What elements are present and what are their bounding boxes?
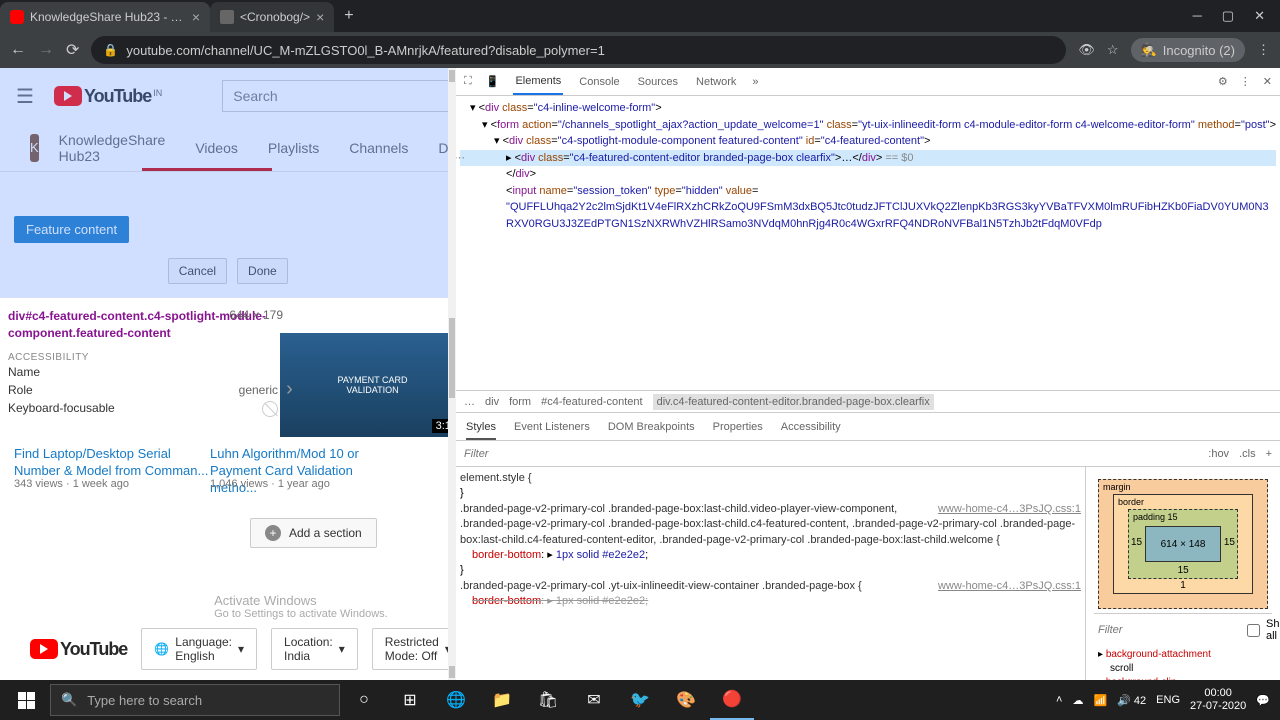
- start-button[interactable]: [4, 680, 48, 720]
- onedrive-icon[interactable]: ☁: [1072, 694, 1083, 707]
- box-model: margin- border- padding 15 15 15 15 614 …: [1085, 467, 1280, 680]
- menu-icon[interactable]: ⋮: [1240, 75, 1251, 88]
- search-icon: 🔍: [61, 692, 77, 708]
- search-input[interactable]: [222, 80, 447, 112]
- close-icon[interactable]: ✕: [1254, 8, 1265, 24]
- plus-icon[interactable]: +: [1266, 448, 1272, 460]
- breadcrumb[interactable]: … div form #c4-featured-content div.c4-f…: [456, 391, 1280, 413]
- chrome-icon[interactable]: 🔴: [710, 680, 754, 720]
- done-button[interactable]: Done: [237, 258, 288, 284]
- add-section-button[interactable]: + Add a section: [250, 518, 377, 548]
- edge-icon[interactable]: 🌐: [434, 680, 478, 720]
- youtube-logo[interactable]: YouTube: [30, 639, 127, 660]
- reload-button[interactable]: ⟳: [66, 40, 79, 60]
- inspect-icon[interactable]: ⛶: [464, 75, 472, 88]
- plus-icon: +: [265, 525, 281, 541]
- star-icon[interactable]: ☆: [1107, 42, 1119, 58]
- tab-event-listeners[interactable]: Event Listeners: [514, 421, 590, 433]
- tab-properties[interactable]: Properties: [713, 421, 763, 433]
- browser-tab-1[interactable]: KnowledgeShare Hub23 - YouTu ×: [0, 2, 210, 32]
- duration-badge: 3:18: [432, 419, 448, 433]
- maximize-icon[interactable]: ▢: [1222, 8, 1234, 24]
- menu-icon[interactable]: ⋮: [1257, 42, 1270, 58]
- page-scrollbar[interactable]: [448, 68, 456, 680]
- restricted-mode-button[interactable]: Restricted Mode: Off ▾: [372, 628, 448, 670]
- tab-dom-breakpoints[interactable]: DOM Breakpoints: [608, 421, 695, 433]
- device-icon[interactable]: 📱: [486, 75, 500, 88]
- tab-accessibility[interactable]: Accessibility: [781, 421, 841, 433]
- eye-off-icon[interactable]: 👁: [1078, 42, 1095, 58]
- tab-network[interactable]: Network: [694, 70, 738, 94]
- youtube-logo[interactable]: YouTube IN: [54, 86, 162, 107]
- play-icon: [54, 86, 82, 106]
- video-meta: 1,046 views · 1 year ago: [210, 478, 330, 490]
- devtools-panel: ⛶ 📱 Elements Console Sources Network » ⚙…: [456, 68, 1280, 680]
- dom-tree[interactable]: ▾ <div class="c4-inline-welcome-form"> ▾…: [456, 96, 1280, 390]
- close-icon[interactable]: ×: [192, 9, 200, 25]
- close-icon[interactable]: ×: [316, 9, 324, 25]
- tab-console[interactable]: Console: [577, 70, 621, 94]
- app-icon[interactable]: 🐦: [618, 680, 662, 720]
- video-thumbnail: PAYMENT CARDVALIDATION 3:18: [280, 333, 448, 437]
- tab-videos[interactable]: Videos: [195, 140, 238, 156]
- wifi-icon[interactable]: 📶: [1093, 694, 1107, 707]
- tab-discussion[interactable]: Discussion: [438, 140, 447, 156]
- back-button[interactable]: ←: [10, 41, 26, 59]
- inspect-tooltip: div#c4-featured-content.c4-spotlight-mod…: [8, 308, 278, 419]
- minimize-icon[interactable]: ─: [1193, 8, 1202, 24]
- cancel-button[interactable]: Cancel: [168, 258, 227, 284]
- tab-elements[interactable]: Elements: [513, 69, 563, 95]
- task-view-icon[interactable]: ⊞: [388, 680, 432, 720]
- language-button[interactable]: 🌐 Language: English ▾: [141, 628, 257, 670]
- channel-name[interactable]: KnowledgeShare Hub23: [59, 132, 166, 164]
- notifications-icon[interactable]: 💬: [1256, 694, 1270, 707]
- paint-icon[interactable]: 🎨: [664, 680, 708, 720]
- show-all-checkbox[interactable]: [1247, 624, 1260, 637]
- gear-icon[interactable]: ⚙: [1218, 75, 1228, 88]
- taskbar: 🔍 Type here to search ○ ⊞ 🌐 📁 🛍 ✉ 🐦 🎨 🔴 …: [0, 680, 1280, 720]
- tab-playlists[interactable]: Playlists: [268, 140, 319, 156]
- mail-icon[interactable]: ✉: [572, 680, 616, 720]
- location-button[interactable]: Location: India ▾: [271, 628, 358, 670]
- chevron-right-icon[interactable]: ›: [286, 378, 293, 401]
- incognito-icon: 🕵: [1141, 42, 1157, 58]
- channel-avatar[interactable]: K: [30, 134, 39, 162]
- filter-input[interactable]: [1098, 624, 1241, 636]
- hov-toggle[interactable]: :hov: [1208, 448, 1229, 460]
- tab-channels[interactable]: Channels: [349, 140, 408, 156]
- taskbar-search[interactable]: 🔍 Type here to search: [50, 684, 340, 716]
- styles-panel[interactable]: element.style { } www-home-c4…3PsJQ.css:…: [456, 467, 1085, 680]
- menu-icon[interactable]: ☰: [16, 84, 34, 109]
- taskbar-clock[interactable]: 00:0027-07-2020: [1190, 687, 1246, 713]
- close-icon[interactable]: ✕: [1263, 75, 1272, 88]
- more-tabs-icon[interactable]: »: [752, 76, 758, 88]
- incognito-badge[interactable]: 🕵 Incognito (2): [1131, 38, 1245, 62]
- lock-icon: 🔒: [103, 43, 118, 57]
- filter-input[interactable]: [464, 448, 1198, 460]
- windows-watermark: Activate Windows Go to Settings to activ…: [214, 593, 388, 620]
- video-meta: 343 views · 1 week ago: [14, 478, 129, 490]
- feature-content-button[interactable]: Feature content: [14, 216, 129, 243]
- forward-button[interactable]: →: [38, 41, 54, 59]
- site-favicon: [220, 10, 234, 24]
- youtube-favicon: [10, 10, 24, 24]
- tab-sources[interactable]: Sources: [636, 70, 680, 94]
- cls-toggle[interactable]: .cls: [1239, 448, 1256, 460]
- new-tab-button[interactable]: +: [334, 7, 363, 25]
- tray-chevron-icon[interactable]: ˄: [1056, 694, 1062, 706]
- address-bar[interactable]: 🔒 youtube.com/channel/UC_M-mZLGSTO0l_B-A…: [91, 36, 1066, 64]
- store-icon[interactable]: 🛍: [526, 680, 570, 720]
- cortana-icon[interactable]: ○: [342, 680, 386, 720]
- tab-styles[interactable]: Styles: [466, 421, 496, 440]
- explorer-icon[interactable]: 📁: [480, 680, 524, 720]
- browser-tab-2[interactable]: <Cronobog/> ×: [210, 2, 334, 32]
- video-title[interactable]: Find Laptop/Desktop Serial Number & Mode…: [14, 446, 209, 480]
